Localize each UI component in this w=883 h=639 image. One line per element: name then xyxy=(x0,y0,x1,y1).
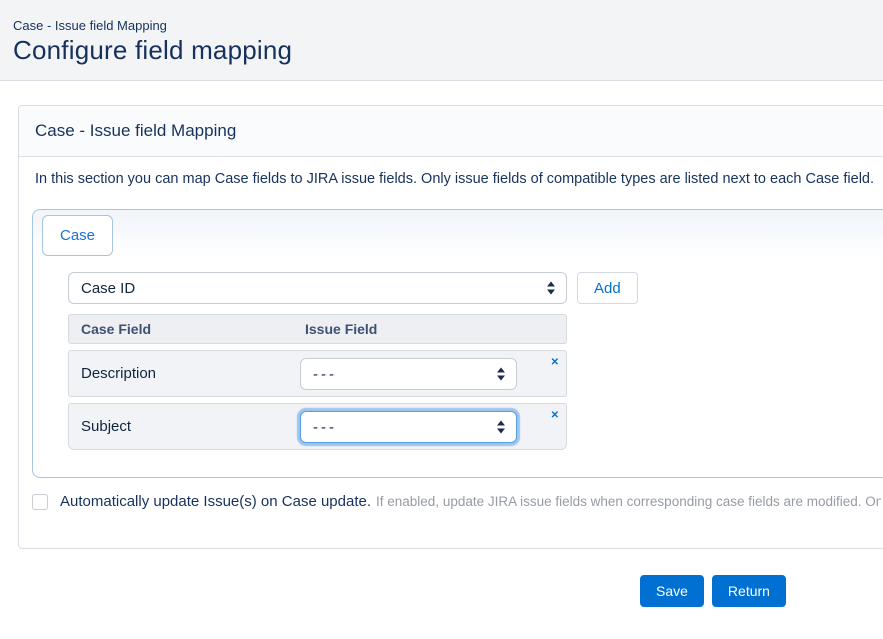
case-field-column-header: Case Field xyxy=(69,321,305,337)
issue-field-select[interactable]: --- xyxy=(300,411,517,443)
add-field-row: Case ID Add xyxy=(68,272,883,304)
page-header: Case - Issue field Mapping Configure fie… xyxy=(0,0,883,81)
tab-case[interactable]: Case xyxy=(42,215,113,256)
case-field-select-value: Case ID xyxy=(81,280,135,297)
add-button[interactable]: Add xyxy=(577,272,638,304)
section-description: In this section you can map Case fields … xyxy=(35,171,881,187)
field-mapping-card: Case - Issue field Mapping In this secti… xyxy=(18,105,883,549)
auto-update-help-text: If enabled, update JIRA issue fields whe… xyxy=(376,494,881,509)
issue-field-column-header: Issue Field xyxy=(305,321,377,337)
case-field-select[interactable]: Case ID xyxy=(68,272,567,304)
page-title: Configure field mapping xyxy=(13,35,883,66)
table-row: Description --- ✕ xyxy=(68,350,567,397)
select-stepper-icon xyxy=(496,367,505,382)
select-stepper-icon xyxy=(496,420,505,435)
card-header-title: Case - Issue field Mapping xyxy=(19,106,883,157)
return-button[interactable]: Return xyxy=(712,575,786,607)
case-field-name: Description xyxy=(69,365,156,382)
remove-row-icon[interactable]: ✕ xyxy=(551,411,559,421)
select-stepper-icon xyxy=(546,281,555,296)
mapping-table: Case Field Issue Field Description --- ✕… xyxy=(68,314,567,450)
case-tab-panel: Case Case ID Add Case Field Issue Field xyxy=(32,209,883,478)
mapping-table-header: Case Field Issue Field xyxy=(68,314,567,344)
issue-field-select[interactable]: --- xyxy=(300,358,517,390)
case-field-name: Subject xyxy=(69,418,131,435)
card-body: In this section you can map Case fields … xyxy=(19,157,883,548)
issue-field-select-value: --- xyxy=(313,419,337,436)
action-bar: Save Return xyxy=(640,575,883,607)
auto-update-label: Automatically update Issue(s) on Case up… xyxy=(60,493,371,510)
table-row: Subject --- ✕ xyxy=(68,403,567,450)
save-button[interactable]: Save xyxy=(640,575,704,607)
issue-field-select-value: --- xyxy=(313,366,337,383)
remove-row-icon[interactable]: ✕ xyxy=(551,358,559,368)
tab-panel-content: Case ID Add Case Field Issue Field Descr… xyxy=(33,256,883,450)
breadcrumb[interactable]: Case - Issue field Mapping xyxy=(13,18,883,33)
auto-update-row: Automatically update Issue(s) on Case up… xyxy=(32,493,881,510)
auto-update-checkbox[interactable] xyxy=(32,494,48,510)
